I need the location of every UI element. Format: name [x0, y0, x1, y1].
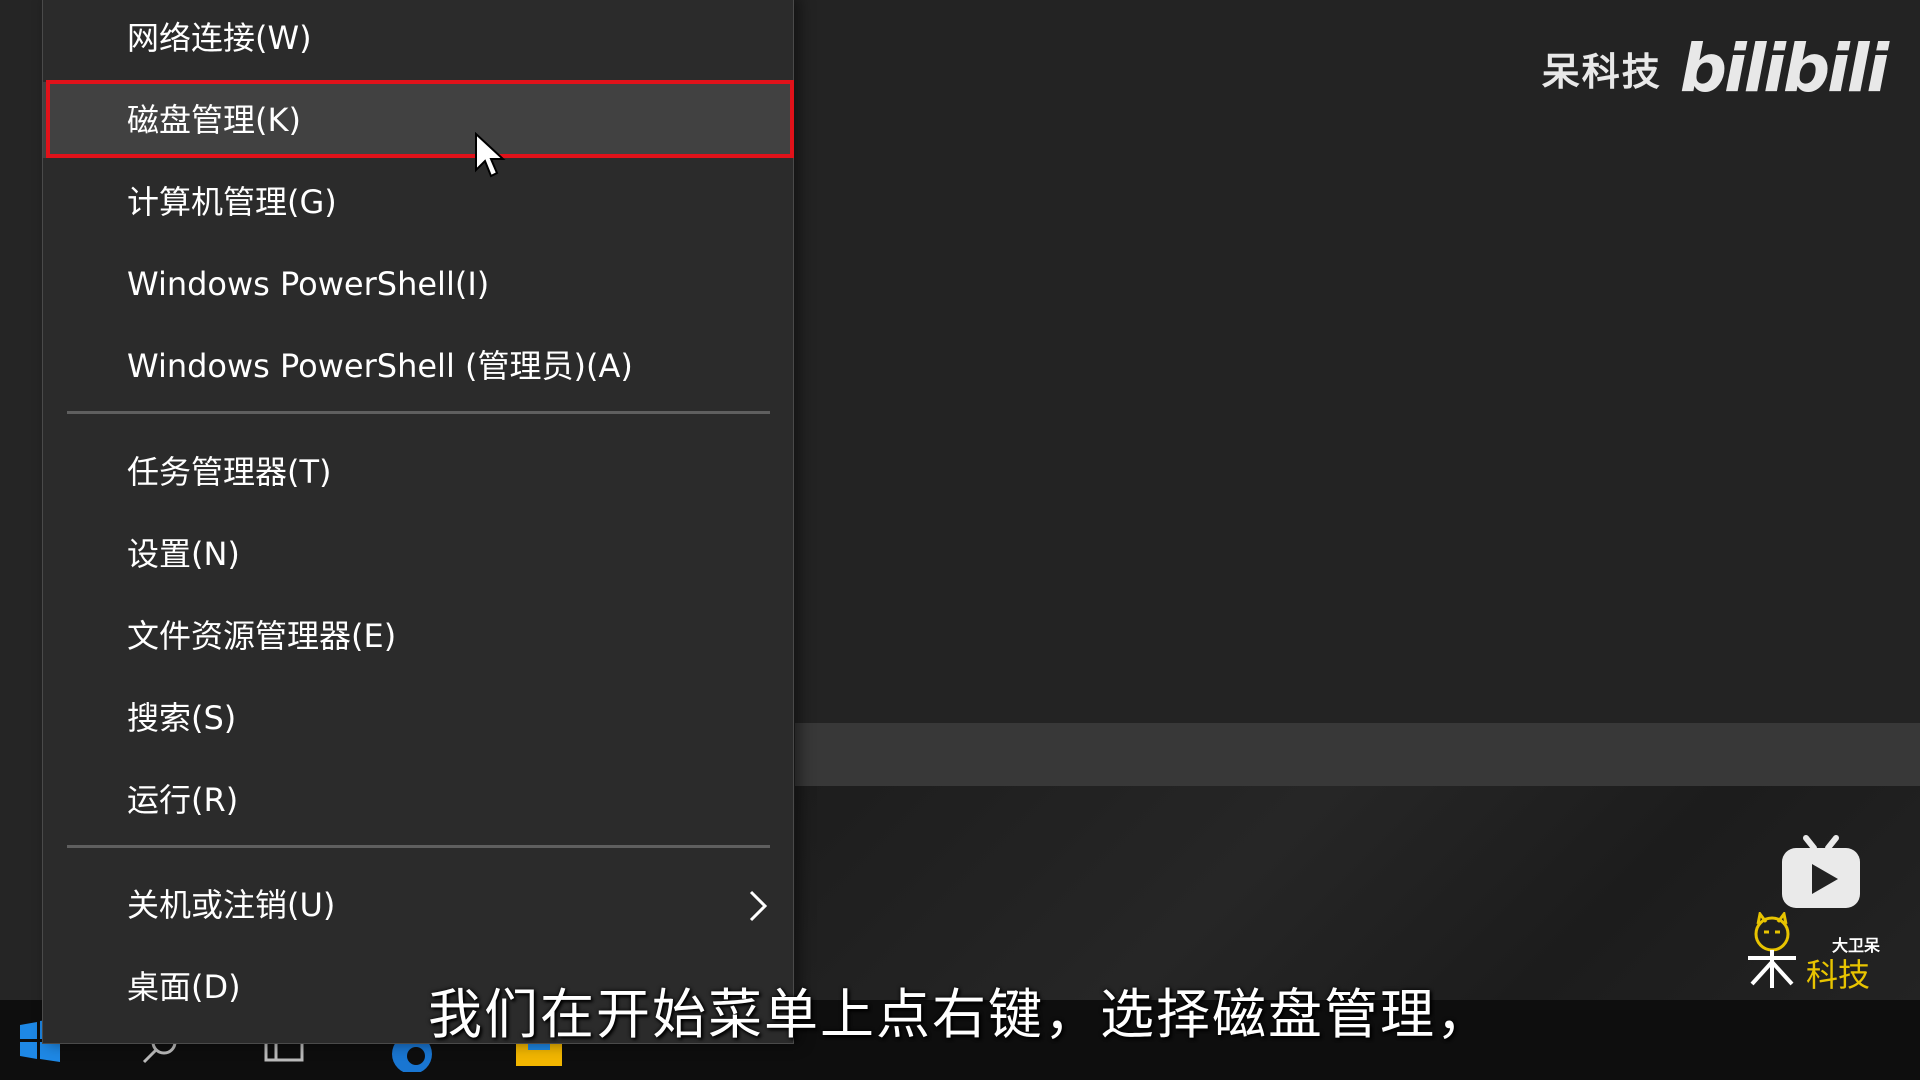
menu-item-powershell[interactable]: Windows PowerShell(I)	[43, 246, 793, 322]
bilibili-logo: bilibili	[1679, 30, 1889, 107]
menu-item-search[interactable]: 搜索(S)	[43, 680, 793, 756]
menu-item-computer-management[interactable]: 计算机管理(G)	[43, 164, 793, 240]
menu-item-file-explorer[interactable]: 文件资源管理器(E)	[43, 598, 793, 674]
menu-item-shutdown-signout[interactable]: 关机或注销(U)	[43, 867, 793, 943]
menu-item-settings[interactable]: 设置(N)	[43, 516, 793, 592]
bilibili-tv-icon	[1782, 835, 1860, 908]
menu-item-run[interactable]: 运行(R)	[43, 762, 793, 838]
watermark-text: 呆科技	[1541, 50, 1662, 94]
mouse-cursor-icon	[475, 132, 506, 178]
chevron-right-icon	[749, 890, 768, 922]
menu-item-task-manager[interactable]: 任务管理器(T)	[43, 434, 793, 510]
desktop-window-strip	[795, 723, 1920, 786]
highlight-annotation-box	[46, 80, 794, 158]
menu-separator	[67, 411, 770, 414]
watermark: 呆科技 bilibili	[1541, 30, 1889, 107]
menu-separator	[67, 845, 770, 848]
menu-item-label: 关机或注销(U)	[127, 886, 336, 924]
menu-item-powershell-admin[interactable]: Windows PowerShell (管理员)(A)	[43, 328, 793, 404]
menu-item-network-connections[interactable]: 网络连接(W)	[43, 0, 793, 76]
video-subtitle: 我们在开始菜单上点右键，选择磁盘管理，	[428, 983, 1492, 1046]
desktop-background-left	[0, 0, 44, 1000]
